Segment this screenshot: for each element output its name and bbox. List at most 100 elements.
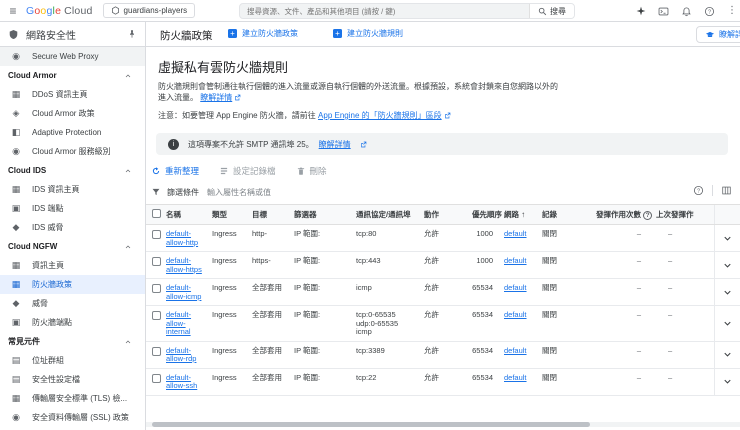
sidebar-section-cloud-armor[interactable]: Cloud Armor: [0, 66, 145, 85]
column-header-action[interactable]: 動作: [424, 204, 472, 225]
menu-icon[interactable]: ≡: [0, 4, 26, 18]
column-header-name[interactable]: 名稱: [166, 204, 212, 225]
pin-icon[interactable]: [127, 29, 137, 39]
refresh-button[interactable]: 重新整理: [151, 165, 199, 177]
select-all-checkbox[interactable]: [152, 209, 161, 218]
scrollbar-thumb[interactable]: [152, 422, 590, 427]
rule-hit-count: –: [596, 251, 656, 279]
sidebar-item-ids-threats[interactable]: ◆ IDS 威脅: [0, 218, 145, 237]
cloud-shell-icon[interactable]: [658, 6, 669, 17]
search-bar[interactable]: 搜尋: [239, 3, 575, 19]
sidebar-item-ids-dashboard[interactable]: ▦ IDS 資訊主頁: [0, 180, 145, 199]
row-checkbox[interactable]: [152, 311, 161, 320]
search-button[interactable]: 搜尋: [529, 4, 574, 18]
column-help-icon[interactable]: ?: [643, 211, 653, 220]
network-link[interactable]: default: [504, 310, 527, 319]
column-header-network[interactable]: 網路 ↑: [504, 204, 542, 225]
rule-logs: 關閉: [542, 341, 596, 369]
help-circle-icon[interactable]: ?: [693, 185, 704, 196]
expand-row-icon[interactable]: [722, 376, 733, 387]
sidebar-item-ssl-policies[interactable]: ◉ 安全資料傳輸層 (SSL) 政策: [0, 408, 145, 427]
sidebar-item-security-profiles[interactable]: ▤ 安全性設定檔: [0, 370, 145, 389]
row-checkbox[interactable]: [152, 257, 161, 266]
rule-filter: IP 範圍:: [294, 278, 356, 306]
svg-text:?: ?: [708, 9, 711, 15]
rule-type: Ingress: [212, 368, 252, 396]
network-link[interactable]: default: [504, 373, 527, 382]
sidebar-section-cloud-ids[interactable]: Cloud IDS: [0, 161, 145, 180]
create-firewall-rule-button[interactable]: + 建立防火牆規則: [333, 28, 403, 39]
sidebar-item-firewall-endpoints[interactable]: ▣ 防火牆端點: [0, 313, 145, 332]
column-header-priority[interactable]: 優先順序: [472, 204, 504, 225]
logs-icon: [220, 167, 228, 175]
learn-more-button[interactable]: 瞭解詳情: [696, 26, 740, 43]
column-header-logs[interactable]: 記錄: [542, 204, 596, 225]
rule-protocols: tcp:443: [356, 251, 424, 279]
column-header-filter[interactable]: 篩選器: [294, 204, 356, 225]
search-input[interactable]: [240, 6, 529, 16]
expand-row-icon[interactable]: [722, 260, 733, 271]
columns-icon[interactable]: [721, 185, 732, 196]
row-checkbox[interactable]: [152, 284, 161, 293]
expand-row-icon[interactable]: [722, 318, 733, 329]
project-selector[interactable]: guardians-players: [102, 3, 196, 18]
expand-row-icon[interactable]: [722, 287, 733, 298]
horizontal-scrollbar[interactable]: [146, 422, 740, 427]
firewall-rule-link[interactable]: default-allow-rdp: [166, 346, 206, 364]
sidebar-item-firewall-policies[interactable]: ▦ 防火牆政策: [0, 275, 145, 294]
firewall-rule-link[interactable]: default-allow-ssh: [166, 373, 206, 391]
network-link[interactable]: default: [504, 283, 527, 292]
column-header-hit-count[interactable]: 發揮作用次數 ?: [596, 204, 656, 225]
expand-row-icon[interactable]: [722, 233, 733, 244]
create-firewall-policy-button[interactable]: + 建立防火牆政策: [228, 28, 298, 39]
filter-input[interactable]: [207, 187, 660, 197]
app-engine-firewall-link[interactable]: App Engine 的「防火牆規則」區段: [318, 111, 442, 120]
rule-last-hit: –: [656, 341, 714, 369]
firewall-rule-link[interactable]: default-allow-internal: [166, 310, 206, 337]
gemini-icon[interactable]: [636, 6, 646, 16]
sidebar-item-tls-inspection[interactable]: ▦ 傳輸層安全標準 (TLS) 檢...: [0, 389, 145, 408]
row-checkbox[interactable]: [152, 346, 161, 356]
column-header-target[interactable]: 目標: [252, 204, 294, 225]
sidebar-item-cloud-armor-policies[interactable]: ◈ Cloud Armor 政策: [0, 104, 145, 123]
network-link[interactable]: default: [504, 256, 527, 265]
sidebar-section-cloud-ngfw[interactable]: Cloud NGFW: [0, 237, 145, 256]
row-checkbox[interactable]: [152, 373, 161, 383]
sidebar-item-adaptive-protection[interactable]: ◧ Adaptive Protection: [0, 123, 145, 142]
column-header-last-hit[interactable]: 上次發揮作: [656, 204, 714, 225]
firewall-rule-link[interactable]: default-allow-icmp: [166, 283, 206, 301]
sidebar-item-ids-endpoints[interactable]: ▣ IDS 端點: [0, 199, 145, 218]
main-content: 虛擬私有雲防火牆規則 防火牆規則會管制通往執行個體的進入流量或源自執行個體的外送…: [146, 47, 740, 430]
sidebar-item-ddos-dashboard[interactable]: ▦ DDoS 資訊主頁: [0, 85, 145, 104]
configure-logs-button[interactable]: 設定記錄檔: [219, 165, 276, 177]
sidebar-item-cloud-armor-tiers[interactable]: ◉ Cloud Armor 服務級別: [0, 142, 145, 161]
row-checkbox[interactable]: [152, 230, 161, 239]
banner-learn-more-link[interactable]: 瞭解詳情: [319, 139, 351, 150]
sidebar-item-secure-web-proxy[interactable]: ◉ Secure Web Proxy: [0, 47, 145, 66]
table-row: default-allow-rdp Ingress 全部套用 IP 範圍: tc…: [146, 341, 740, 369]
dashboard-icon: ▦: [11, 260, 21, 270]
network-link[interactable]: default: [504, 346, 527, 355]
column-header-protocols[interactable]: 通訊協定/通訊埠: [356, 204, 424, 225]
learn-more-link[interactable]: 瞭解詳情: [200, 93, 232, 102]
sidebar-item-address-groups[interactable]: ▤ 位址群組: [0, 351, 145, 370]
more-icon[interactable]: ⋮: [727, 6, 737, 16]
sidebar-item-threats[interactable]: ◆ 威脅: [0, 294, 145, 313]
learn-icon: [705, 31, 715, 37]
product-name: 網路安全性: [26, 30, 76, 42]
help-icon[interactable]: ?: [704, 6, 715, 17]
firewall-rule-link[interactable]: default-allow-http: [166, 229, 206, 247]
expand-row-icon[interactable]: [722, 349, 733, 360]
delete-button[interactable]: 刪除: [296, 165, 327, 177]
column-header-type[interactable]: 類型: [212, 204, 252, 225]
rule-logs: 關閉: [542, 368, 596, 396]
dashboard-icon: ▦: [11, 89, 21, 99]
firewall-icon: ▦: [11, 279, 21, 289]
folder-icon: ▤: [11, 355, 21, 365]
sidebar-section-common-components[interactable]: 常見元件: [0, 332, 145, 351]
sidebar-item-ngfw-dashboard[interactable]: ▦ 資訊主頁: [0, 256, 145, 275]
network-link[interactable]: default: [504, 229, 527, 238]
notifications-icon[interactable]: [681, 6, 692, 17]
firewall-rule-link[interactable]: default-allow-https: [166, 256, 206, 274]
rule-filter: IP 範圍:: [294, 224, 356, 252]
